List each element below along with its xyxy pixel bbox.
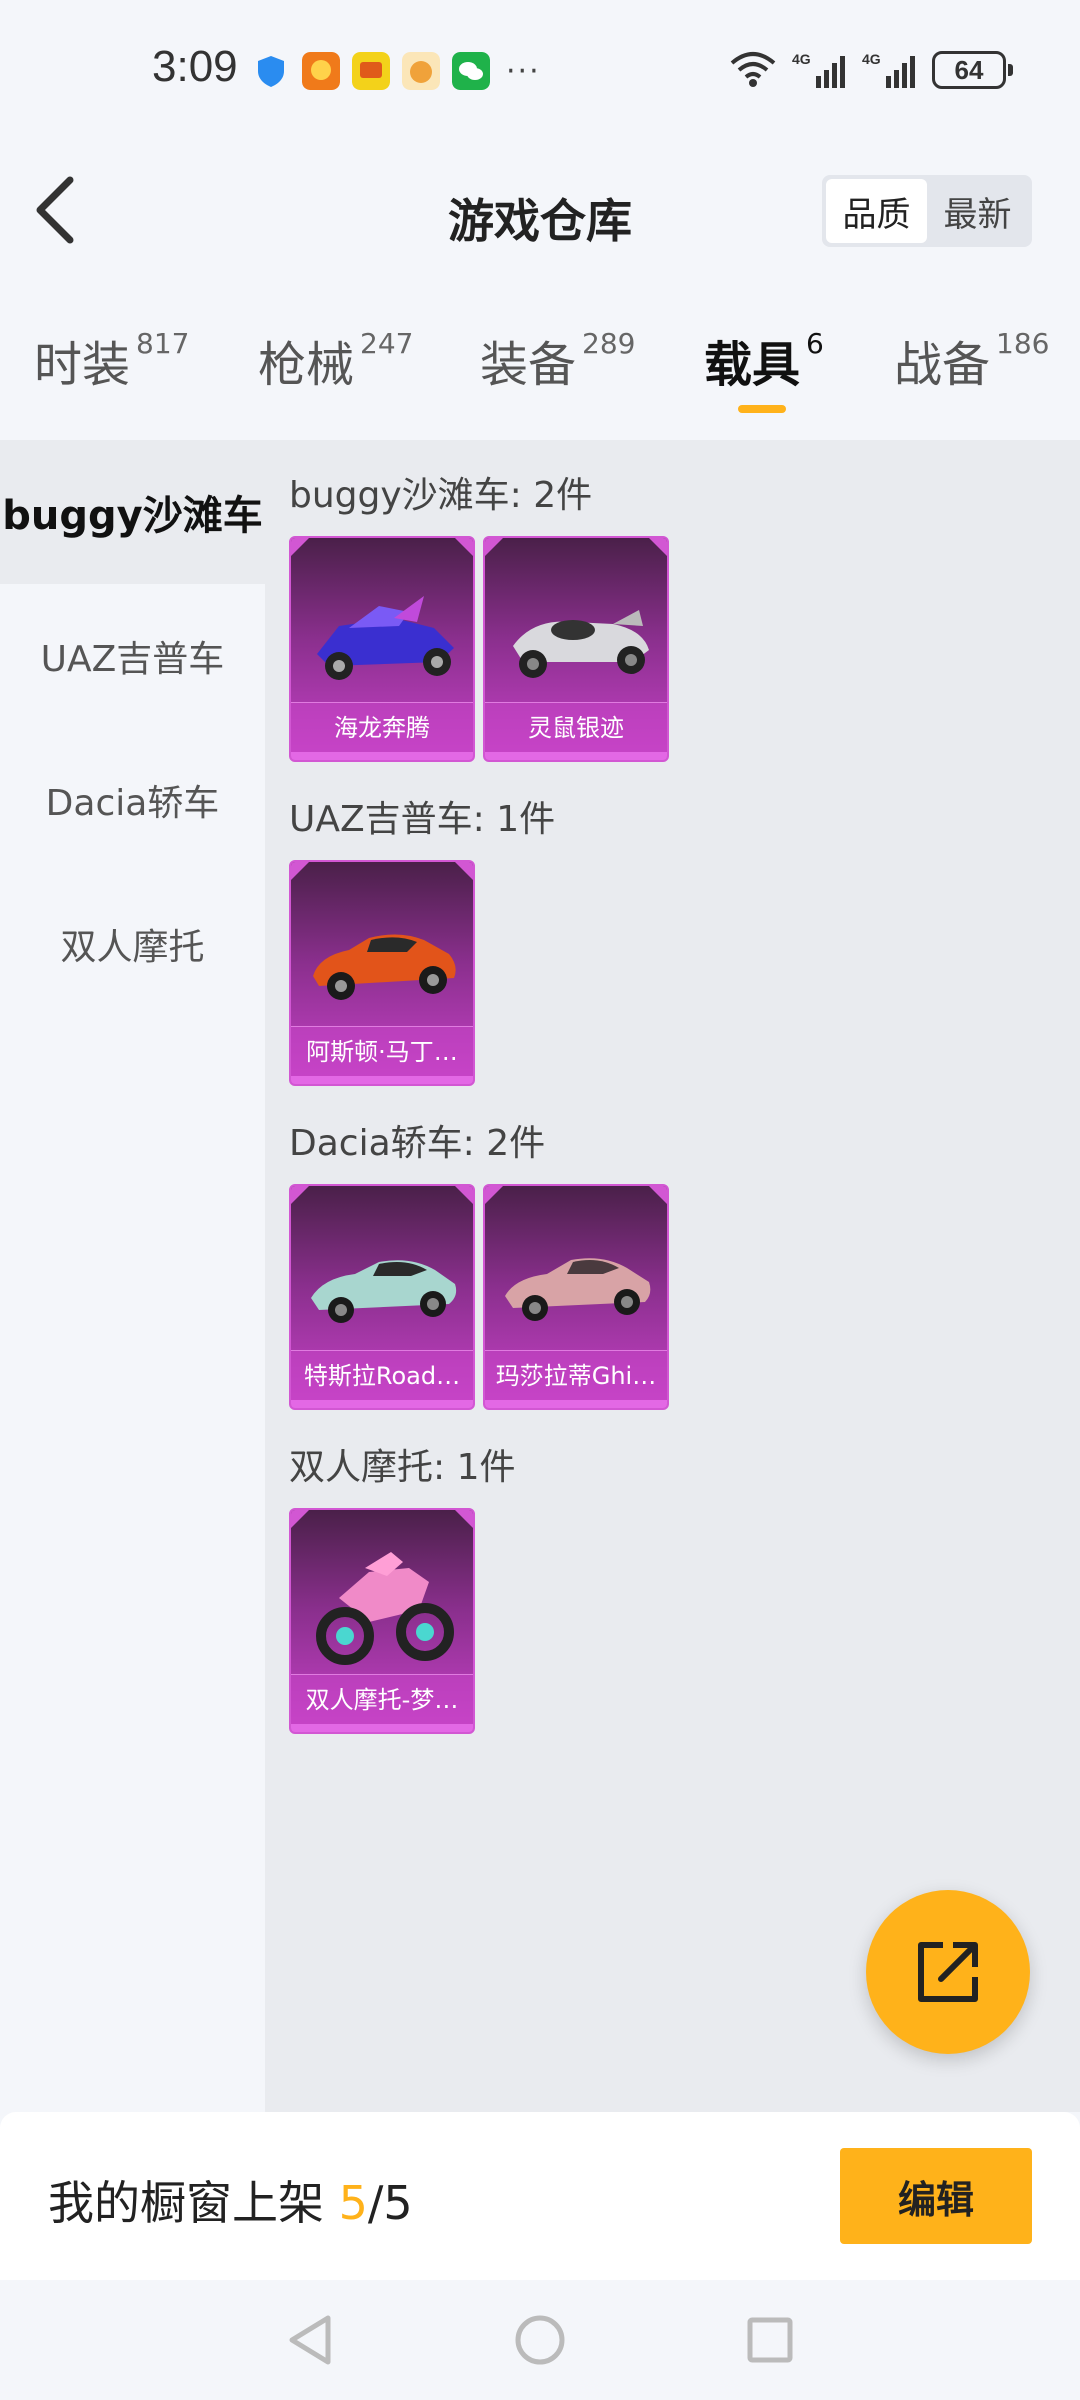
vehicle-name: 海龙奔腾 <box>291 702 473 752</box>
tab-count: 817 <box>136 327 190 360</box>
signal-icon-2: 4G <box>862 51 915 88</box>
showcase-count-current: 5 <box>338 2176 368 2230</box>
tab-vehicles[interactable]: 载具 6 <box>704 325 824 395</box>
rarity-bar <box>485 1400 667 1408</box>
vehicle-list: buggy沙滩车: 2件 海龙奔腾 灵鼠银迹 UAZ吉普车: 1件 阿斯顿·马丁… <box>265 440 1080 2112</box>
active-tab-indicator <box>738 405 786 413</box>
tab-label: 时装 <box>34 337 131 393</box>
tab-count: 6 <box>806 327 824 360</box>
vehicle-image <box>317 596 454 680</box>
showcase-bar: 我的橱窗上架 5/5 编辑 <box>0 2112 1080 2280</box>
yellow-app-icon <box>352 52 390 90</box>
section-title-dacia: Dacia轿车: 2件 <box>289 1123 546 1164</box>
category-tabs: 时装 817 枪械 247 装备 289 载具 6 战备 186 <box>0 325 1080 425</box>
sort-quality-button[interactable]: 品质 <box>826 179 927 243</box>
sidebar-item-motorcycle[interactable]: 双人摩托 <box>0 872 265 1016</box>
sidebar-item-buggy[interactable]: buggy沙滩车 <box>0 440 265 584</box>
showcase-status: 我的橱窗上架 5/5 <box>48 2167 413 2233</box>
more-notifications: ··· <box>506 53 541 89</box>
section-title-uaz: UAZ吉普车: 1件 <box>289 799 556 840</box>
tab-fashion[interactable]: 时装 817 <box>34 325 189 395</box>
tab-label: 载具 <box>704 337 801 393</box>
wifi-icon <box>730 52 776 87</box>
recent-square-icon <box>747 2317 793 2363</box>
vehicle-name: 玛莎拉蒂Ghi… <box>485 1350 667 1400</box>
home-circle-icon <box>515 2315 565 2365</box>
tab-label: 枪械 <box>258 337 355 393</box>
vehicle-card[interactable]: 双人摩托-梦… <box>289 1508 475 1734</box>
tab-count: 289 <box>582 327 636 360</box>
wechat-icon <box>452 52 490 90</box>
section-title-motorcycle: 双人摩托: 1件 <box>289 1447 516 1488</box>
vehicle-image <box>316 1552 454 1665</box>
cartoon-app-icon <box>402 52 440 90</box>
signal-icon: 4G <box>792 51 845 88</box>
vehicle-image <box>311 1260 457 1323</box>
edit-button[interactable]: 编辑 <box>840 2148 1032 2244</box>
sidebar-item-dacia[interactable]: Dacia轿车 <box>0 728 265 872</box>
notification-icons: ··· <box>252 52 541 90</box>
tab-label: 战备 <box>894 337 991 393</box>
status-bar: 3:09 ··· 4G 4G 64 <box>0 0 1080 125</box>
tab-combat-gear[interactable]: 战备 186 <box>894 325 1049 395</box>
system-icons: 4G 4G 64 <box>728 50 1013 90</box>
vehicle-image <box>313 934 456 1000</box>
header: 游戏仓库 品质 最新 时装 817 枪械 247 装备 289 载具 6 战备 186 <box>0 125 1080 440</box>
section-title-buggy: buggy沙滩车: 2件 <box>289 475 593 516</box>
nav-back-button[interactable] <box>280 2310 340 2370</box>
rarity-bar <box>291 1400 473 1408</box>
vehicle-image <box>513 610 649 678</box>
svg-text:4G: 4G <box>862 51 881 67</box>
tab-count: 186 <box>996 327 1050 360</box>
vehicle-name: 阿斯顿·马丁… <box>291 1026 473 1076</box>
vehicle-name: 灵鼠银迹 <box>485 702 667 752</box>
tab-count: 247 <box>360 327 414 360</box>
showcase-label: 我的橱窗上架 <box>48 2176 324 2230</box>
tab-label: 装备 <box>480 337 577 393</box>
rarity-bar <box>291 752 473 760</box>
vehicle-card[interactable]: 海龙奔腾 <box>289 536 475 762</box>
nav-recents-button[interactable] <box>740 2310 800 2370</box>
system-nav-bar <box>0 2280 1080 2400</box>
vehicle-name: 特斯拉Road… <box>291 1350 473 1400</box>
vehicle-card[interactable]: 玛莎拉蒂Ghi… <box>483 1184 669 1410</box>
vehicle-image <box>505 1258 651 1321</box>
share-edit-icon <box>918 1942 978 2002</box>
share-fab-button[interactable] <box>866 1890 1030 2054</box>
sort-toggle: 品质 最新 <box>822 175 1032 247</box>
battery-indicator: 64 <box>932 51 1013 89</box>
back-triangle-icon <box>289 2315 331 2365</box>
sidebar-item-uaz[interactable]: UAZ吉普车 <box>0 584 265 728</box>
vehicle-card[interactable]: 阿斯顿·马丁… <box>289 860 475 1086</box>
status-time: 3:09 <box>152 42 238 91</box>
svg-text:4G: 4G <box>792 51 811 67</box>
sort-newest-button[interactable]: 最新 <box>927 179 1028 243</box>
rarity-bar <box>485 752 667 760</box>
tab-equipment[interactable]: 装备 289 <box>480 325 635 395</box>
vehicle-name: 双人摩托-梦… <box>291 1674 473 1724</box>
vehicle-type-sidebar: buggy沙滩车 UAZ吉普车 Dacia轿车 双人摩托 <box>0 440 265 2112</box>
game-app-icon <box>302 52 340 90</box>
showcase-count-total: /5 <box>367 2176 413 2230</box>
vehicle-card[interactable]: 灵鼠银迹 <box>483 536 669 762</box>
rarity-bar <box>291 1724 473 1732</box>
vehicle-card[interactable]: 特斯拉Road… <box>289 1184 475 1410</box>
tab-firearms[interactable]: 枪械 247 <box>258 325 413 395</box>
rarity-bar <box>291 1076 473 1084</box>
nav-home-button[interactable] <box>510 2310 570 2370</box>
shield-app-icon <box>258 56 284 87</box>
